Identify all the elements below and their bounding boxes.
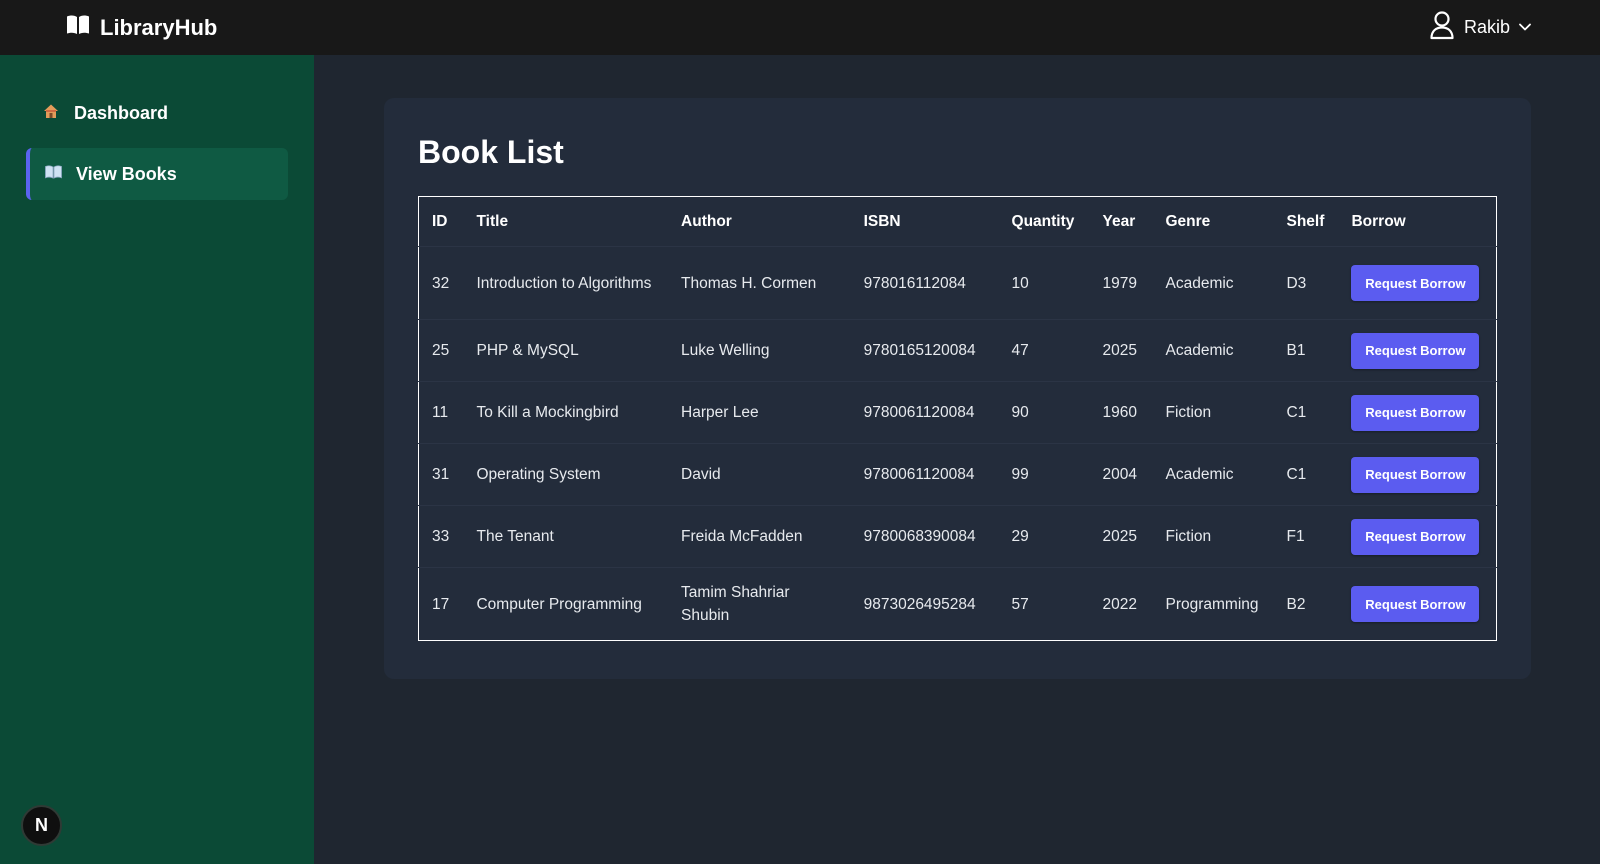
cell-author: David <box>668 443 851 506</box>
table-row: 31 Operating System David 9780061120084 … <box>418 443 1497 506</box>
cell-isbn: 978016112084 <box>850 246 999 320</box>
cell-id: 25 <box>418 319 464 382</box>
request-borrow-button[interactable]: Request Borrow <box>1351 332 1480 369</box>
request-borrow-button[interactable]: Request Borrow <box>1351 394 1480 431</box>
col-header-id: ID <box>418 196 464 247</box>
books-table: ID Title Author ISBN Quantity Year Genre… <box>418 196 1497 641</box>
col-header-borrow: Borrow <box>1338 196 1497 247</box>
cell-year: 2025 <box>1089 505 1153 568</box>
cell-isbn: 9873026495284 <box>863 595 976 613</box>
table-row: 17 Computer Programming Tamim Shahriar S… <box>419 568 1497 641</box>
cell-shelf: C1 <box>1273 381 1339 444</box>
table-row: 32 Introduction to Algorithms Thomas H. … <box>418 246 1497 320</box>
cell-borrow: Request Borrow <box>1338 381 1497 444</box>
cell-borrow: Request Borrow <box>1338 505 1497 568</box>
book-icon <box>44 165 62 183</box>
sidebar: Dashboard View Books <box>0 55 314 864</box>
col-header-title: Title <box>463 196 669 247</box>
user-name: Rakib <box>1463 17 1510 37</box>
col-header-shelf: Shelf <box>1273 196 1339 247</box>
user-menu[interactable]: Rakib <box>1428 10 1532 45</box>
cell-quantity: 57 <box>1011 595 1029 613</box>
cell-shelf: B2 <box>1286 595 1306 613</box>
cell-genre: Academic <box>1152 319 1274 382</box>
open-book-icon <box>66 14 90 41</box>
col-header-genre: Genre <box>1152 196 1274 247</box>
main-content: Book List ID Title Author ISBN Quantity … <box>314 55 1600 864</box>
n-badge[interactable]: N <box>21 805 62 846</box>
cell-quantity: 99 <box>998 443 1090 506</box>
request-borrow-button[interactable]: Request Borrow <box>1351 518 1480 555</box>
cell-author: Thomas H. Cormen <box>668 246 851 320</box>
page-title: Book List <box>418 134 564 170</box>
sidebar-item-dashboard[interactable]: Dashboard <box>26 87 288 139</box>
cell-genre: Fiction <box>1152 505 1274 568</box>
cell-year: 2022 <box>1102 595 1137 613</box>
cell-quantity: 10 <box>998 246 1090 320</box>
cell-author: Tamim Shahriar Shubin <box>681 584 790 624</box>
cell-genre: Programming <box>1165 595 1259 613</box>
cell-shelf: D3 <box>1273 246 1339 320</box>
cell-borrow: Request Borrow <box>1338 319 1497 382</box>
cell-title: To Kill a Mockingbird <box>463 381 669 444</box>
col-header-author: Author <box>668 196 851 247</box>
cell-borrow: Request Borrow <box>1338 568 1496 641</box>
cell-isbn: 9780165120084 <box>850 319 999 382</box>
cell-title: Computer Programming <box>476 595 642 613</box>
brand-name: LibraryHub <box>100 14 218 40</box>
brand[interactable]: LibraryHub <box>66 14 217 41</box>
cell-shelf: B1 <box>1273 319 1339 382</box>
sidebar-item-label: View Books <box>76 163 177 184</box>
cell-id: 11 <box>418 381 464 444</box>
cell-year: 1960 <box>1089 381 1153 444</box>
cell-year: 1979 <box>1089 246 1153 320</box>
request-borrow-button[interactable]: Request Borrow <box>1351 265 1480 301</box>
col-header-isbn: ISBN <box>850 196 999 247</box>
book-list-card: Book List ID Title Author ISBN Quantity … <box>384 98 1531 679</box>
cell-borrow: Request Borrow <box>1338 443 1497 506</box>
table-header-row: ID Title Author ISBN Quantity Year Genre… <box>418 196 1497 247</box>
request-borrow-button[interactable]: Request Borrow <box>1351 456 1480 493</box>
cell-id: 31 <box>418 443 464 506</box>
sidebar-item-label: Dashboard <box>74 102 169 123</box>
cell-title: Operating System <box>463 443 669 506</box>
cell-id: 17 <box>432 595 450 613</box>
top-navbar: LibraryHub Rakib <box>0 0 1600 55</box>
cell-title: PHP & MySQL <box>463 319 669 382</box>
cell-borrow: Request Borrow <box>1338 246 1497 320</box>
cell-genre: Fiction <box>1152 381 1274 444</box>
table-row: 11 To Kill a Mockingbird Harper Lee 9780… <box>418 381 1497 444</box>
user-icon <box>1428 10 1456 45</box>
cell-id: 33 <box>418 505 464 568</box>
cell-id: 32 <box>418 246 464 320</box>
cell-title: The Tenant <box>463 505 669 568</box>
cell-author: Harper Lee <box>668 381 851 444</box>
cell-title: Introduction to Algorithms <box>463 246 669 320</box>
cell-shelf: F1 <box>1273 505 1339 568</box>
cell-quantity: 29 <box>998 505 1090 568</box>
cell-genre: Academic <box>1152 246 1274 320</box>
house-icon <box>42 103 60 123</box>
cell-quantity: 47 <box>998 319 1090 382</box>
chevron-down-icon <box>1518 19 1532 37</box>
col-header-quantity: Quantity <box>998 196 1090 247</box>
cell-shelf: C1 <box>1273 443 1339 506</box>
col-header-year: Year <box>1089 196 1153 247</box>
cell-author: Freida McFadden <box>668 505 851 568</box>
request-borrow-button[interactable]: Request Borrow <box>1351 586 1480 622</box>
cell-year: 2004 <box>1089 443 1153 506</box>
cell-year: 2025 <box>1089 319 1153 382</box>
cell-isbn: 9780061120084 <box>850 443 999 506</box>
cell-author: Luke Welling <box>668 319 851 382</box>
cell-isbn: 9780068390084 <box>850 505 999 568</box>
cell-genre: Academic <box>1152 443 1274 506</box>
cell-quantity: 90 <box>998 381 1090 444</box>
sidebar-item-view-books[interactable]: View Books <box>26 148 288 200</box>
table-row: 25 PHP & MySQL Luke Welling 978016512008… <box>418 319 1497 382</box>
table-row: 33 The Tenant Freida McFadden 9780068390… <box>418 505 1497 568</box>
cell-isbn: 9780061120084 <box>850 381 999 444</box>
